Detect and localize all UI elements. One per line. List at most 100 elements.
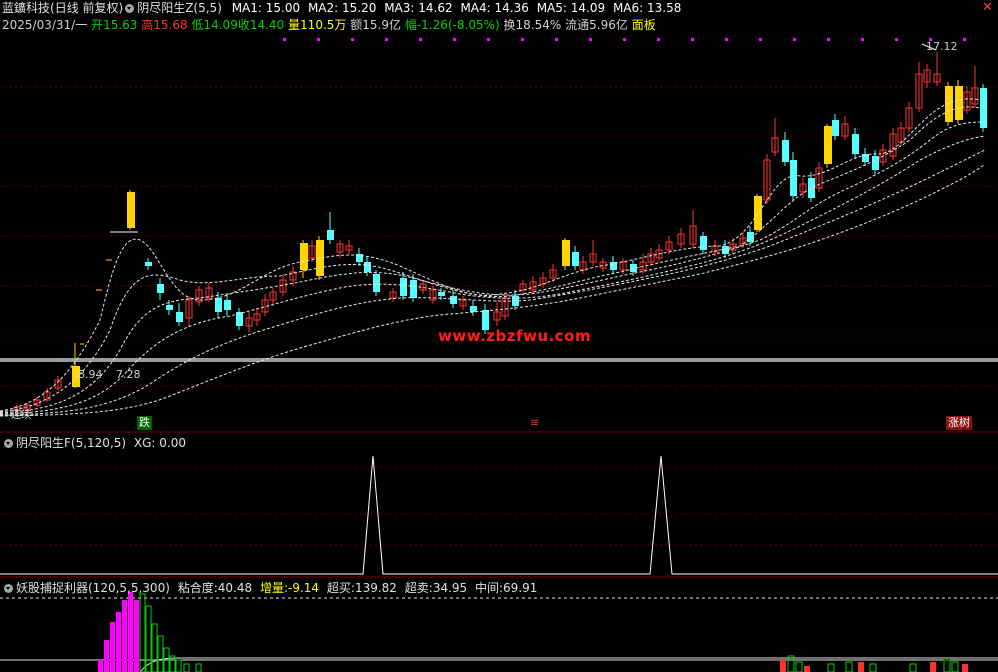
volume-bar: [795, 661, 803, 672]
panel2-title[interactable]: 阴尽阳生F(5,120,5): [16, 436, 126, 450]
candle-body: [215, 298, 222, 312]
volume-bar: [110, 622, 115, 672]
volume-bar: [145, 605, 152, 672]
volume-bar: [183, 663, 190, 672]
signal-dot: [351, 38, 354, 41]
volume-bar: [909, 663, 917, 672]
panel3-header: 妖股捕捉利器(120,5,5,300) 粘合度:40.48 增量:-9.14 超…: [2, 581, 537, 596]
candle-body: [410, 280, 417, 298]
volume-bar: [128, 592, 133, 672]
candle-body: [852, 134, 859, 154]
candle-body: [127, 192, 135, 228]
dropdown-circle-icon[interactable]: [4, 584, 13, 593]
volume-bar: [134, 600, 139, 672]
panel2-xg: XG: 0.00: [133, 436, 187, 450]
signal-dot: [419, 38, 422, 41]
volume-bar: [175, 659, 182, 672]
candle-body: [300, 243, 308, 270]
candle-body: [790, 160, 797, 196]
volume-bar: [943, 659, 951, 672]
mid-label: 中间:: [475, 581, 504, 595]
volume-bar: [962, 664, 968, 672]
candle-body: [572, 252, 579, 266]
low-label-1: 8.94: [78, 368, 103, 381]
inc-label: 增量:: [259, 581, 288, 595]
stick-value: 40.48: [217, 581, 253, 595]
xg-signal-line: [0, 455, 998, 575]
volume-bar: [98, 660, 103, 672]
ma-curve: [0, 163, 986, 417]
volume-bar: [858, 662, 864, 672]
candle-body: [955, 86, 963, 120]
panel3-title[interactable]: 妖股捕捉利器(120,5,5,300): [16, 581, 170, 595]
signal-dot: [555, 38, 558, 41]
ma-curve: [0, 135, 986, 415]
max-price-label: 17.12: [926, 40, 958, 53]
stick-label: 粘合度:: [177, 581, 218, 595]
oversell-label: 超卖:: [404, 581, 433, 595]
ma-curve: [0, 149, 986, 416]
volume-bar: [869, 663, 877, 672]
volume-bar: [151, 623, 158, 672]
signal-dot: [691, 38, 694, 41]
signal-dot: [589, 38, 592, 41]
signal-dot: [283, 38, 286, 41]
overbuy-label: 超买:: [326, 581, 355, 595]
ma-curve: [0, 106, 981, 413]
signal-dot: [827, 38, 830, 41]
panel2-header: 阴尽阳生F(5,120,5) XG: 0.00: [2, 436, 186, 451]
volume-bar: [116, 612, 121, 672]
candle-body: [224, 300, 231, 310]
signal-dot: [861, 38, 864, 41]
candle-body: [145, 262, 152, 266]
volume-bar: [780, 660, 786, 672]
candle-body: [782, 140, 789, 162]
candle-body: [166, 305, 173, 310]
signal-dot: [793, 38, 796, 41]
dropdown-circle-icon[interactable]: [4, 439, 13, 448]
mid-value: 69.91: [503, 581, 538, 595]
candle-body: [373, 274, 380, 292]
left-edge-label: --连续--: [4, 410, 39, 421]
signal-dot: [317, 38, 320, 41]
support-band: [0, 358, 998, 362]
volume-bar: [157, 635, 164, 672]
volume-bar: [104, 640, 109, 672]
volume-bar: [122, 600, 127, 672]
candle-body: [450, 296, 457, 304]
signal-tag-mid: ≋: [530, 416, 540, 429]
volume-bar: [845, 661, 853, 672]
volume-bar: [930, 662, 936, 672]
signal-dot: [623, 38, 626, 41]
volume-bar: [951, 661, 959, 672]
candle-body: [700, 236, 707, 250]
candle-body: [438, 292, 445, 296]
candle-body: [327, 230, 334, 240]
signal-dot: [385, 38, 388, 41]
candle-body: [157, 284, 164, 293]
candle-body: [400, 278, 407, 296]
candle-body: [754, 196, 762, 230]
overbuy-value: 139.82: [354, 581, 397, 595]
oversell-value: 34.95: [432, 581, 468, 595]
candle-body: [236, 312, 243, 326]
candle-body: [872, 156, 879, 170]
low-label-2: 7.28: [116, 368, 141, 381]
candle-body: [832, 120, 839, 136]
signal-dot: [963, 38, 966, 41]
signal-dot: [895, 38, 898, 41]
candle-body: [364, 262, 371, 272]
volume-bar: [827, 663, 835, 672]
candle-body: [470, 306, 477, 312]
candle-body: [808, 178, 815, 198]
signal-dot: [487, 38, 490, 41]
candle-body: [562, 240, 570, 266]
candle-body: [824, 126, 832, 164]
watermark-text: www.zbzfwu.com: [438, 327, 592, 345]
inc-value: -9.14: [288, 581, 320, 595]
volume-bar: [804, 666, 810, 672]
signal-tag-down: 跌: [137, 416, 152, 430]
signal-dot: [759, 38, 762, 41]
candle-body: [176, 312, 183, 322]
ma-curve: [0, 98, 981, 412]
